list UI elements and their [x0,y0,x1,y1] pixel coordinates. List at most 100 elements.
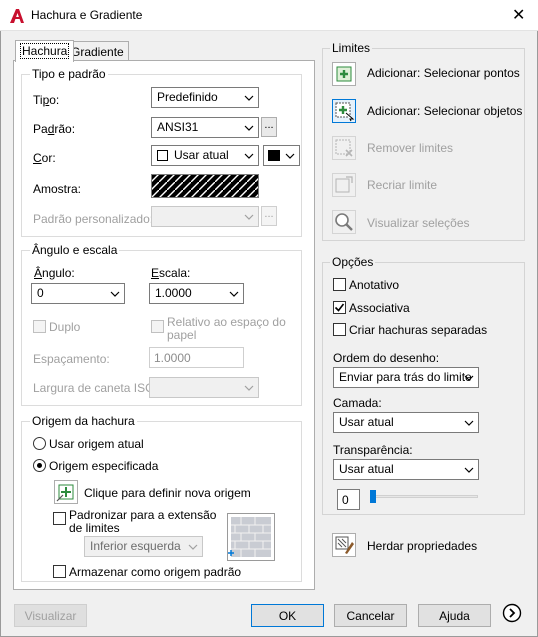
remover-limites-label: Remover limites [367,141,454,155]
relativo-label: Relativo ao espaço do papel [167,315,286,342]
armazenar-checkbox[interactable] [53,565,66,578]
visualizar-selecoes-button[interactable] [332,210,356,234]
hatch-sample-swatch[interactable] [151,174,259,198]
ordem-label: Ordem do desenho: [333,351,440,365]
add-pick-points-icon [336,66,352,82]
tipo-select[interactable]: Predefinido [151,87,259,108]
herdar-propriedades-label: Herdar propriedades [367,539,478,553]
chevron-down-icon [110,291,120,297]
padronizar-select[interactable]: Inferior esquerda [84,536,203,557]
chevron-down-icon [464,375,474,381]
tab-gradiente[interactable]: Gradiente [66,41,129,61]
padrao-personalizado-label: Padrão personalizado: [33,212,154,226]
tab-hachura[interactable]: Hachura [15,40,75,62]
escala-label: Escala: [151,266,191,280]
recreate-boundary-icon [335,176,353,193]
associativa-checkbox[interactable] [333,301,346,314]
camada-label: Camada: [333,396,382,410]
chevron-down-icon [244,95,254,101]
opcoes-label: Opções [330,255,376,269]
anotativo-label: Anotativo [349,278,400,292]
selecionar-objetos-label: Adicionar: Selecionar objetos [367,104,523,118]
origem-especificada-radio[interactable] [33,459,46,472]
add-select-objects-icon [335,102,355,122]
relativo-checkbox[interactable] [151,320,164,333]
cor-select[interactable]: Usar atual [151,145,259,166]
transparencia-value-field[interactable]: 0 [337,489,360,510]
transparencia-slider-track[interactable] [370,495,478,498]
cor-label: Cor: [33,151,56,165]
duplo-checkbox[interactable] [33,320,46,333]
angulo-select[interactable]: 0 [31,283,125,304]
personalizado-browse-button[interactable]: ... [261,206,277,226]
tipo-padrao-label: Tipo e padrão [30,67,108,81]
visualizar-button[interactable]: Visualizar [14,604,87,627]
angulo-label: Ângulo: [34,266,75,280]
limites-label: Limites [330,41,373,55]
cancelar-button[interactable]: Cancelar [334,604,407,627]
chevron-down-icon [188,544,198,550]
padrao-select[interactable]: ANSI31 [151,117,259,138]
autocad-logo-icon [10,9,24,23]
chevron-down-icon [464,420,474,426]
ok-button[interactable]: OK [251,604,324,627]
black-swatch-icon [268,150,280,161]
padronizar-checkbox[interactable] [53,512,66,525]
caneta-label: Largura de caneta ISO: [33,381,158,395]
tipo-label: Tipo: [33,93,60,107]
remover-limites-button[interactable] [332,136,356,160]
anotativo-checkbox[interactable] [333,278,346,291]
origem-especificada-label: Origem especificada [49,459,159,473]
close-icon[interactable]: ✕ [512,5,525,25]
chevron-down-icon [285,153,295,159]
caneta-select[interactable] [149,377,259,398]
visualizar-selecoes-label: Visualizar seleções [367,216,470,230]
usar-origem-atual-label: Usar origem atual [49,437,144,451]
angulo-escala-label: Ângulo e escala [30,243,120,257]
herdar-propriedades-button[interactable] [332,533,356,557]
espacamento-label: Espaçamento: [33,352,110,366]
remove-boundaries-icon [335,139,353,157]
amostra-label: Amostra: [33,182,82,196]
paint-brush-icon [335,536,354,554]
duplo-label: Duplo [49,320,81,334]
padronizar-label: Padronizar para a extensão de limites [69,508,217,535]
selecionar-pontos-button[interactable] [332,62,356,86]
recriar-limite-button[interactable] [332,173,356,197]
escala-select[interactable]: 1.0000 [149,283,244,304]
hachuras-separadas-checkbox[interactable] [333,323,346,336]
transparencia-slider-thumb[interactable] [370,490,376,503]
window-title: Hachura e Gradiente [31,8,143,22]
usar-origem-atual-radio[interactable] [33,437,46,450]
ordem-select[interactable]: Enviar para trás do limite [333,367,479,388]
background-color-select[interactable] [263,145,300,166]
definir-origem-label: Clique para definir nova origem [84,486,251,500]
transparencia-select[interactable]: Usar atual [333,459,479,480]
chevron-down-icon [244,125,254,131]
crosshair-origin-icon [56,484,74,502]
checkmark-icon [334,303,345,312]
selecionar-objetos-button[interactable] [332,99,356,123]
chevron-down-icon [244,214,254,220]
origem-label: Origem da hachura [30,414,137,428]
selecionar-pontos-label: Adicionar: Selecionar pontos [367,66,520,80]
hachuras-separadas-label: Criar hachuras separadas [349,323,488,337]
magnifier-icon [335,213,353,231]
espacamento-field[interactable]: 1.0000 [149,347,244,368]
transparencia-label: Transparência: [333,443,413,457]
padrao-personalizado-select[interactable] [151,206,259,227]
definir-origem-button[interactable] [54,480,78,504]
padrao-browse-button[interactable]: ... [261,117,277,137]
armazenar-label: Armazenar como origem padrão [69,565,242,579]
chevron-down-icon [244,153,254,159]
camada-select[interactable]: Usar atual [333,412,479,433]
padrao-label: Padrão: [33,122,76,136]
recriar-limite-label: Recriar limite [367,178,438,192]
ajuda-button[interactable]: Ajuda [418,604,491,627]
origin-preview-image [227,513,275,561]
associativa-label: Associativa [349,301,410,315]
color-swatch-icon [157,150,168,161]
chevron-down-icon [464,467,474,473]
expand-options-icon[interactable] [502,603,522,623]
chevron-down-icon [244,385,254,391]
